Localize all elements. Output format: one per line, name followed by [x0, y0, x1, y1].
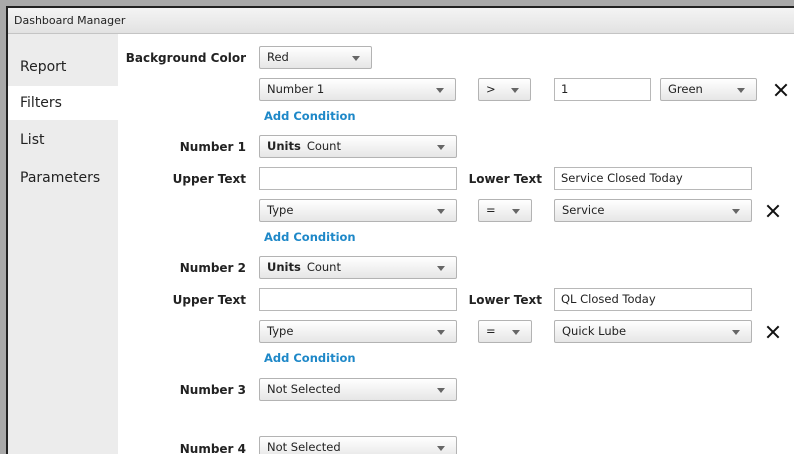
- background-color-value: Red: [267, 50, 289, 64]
- sidebar-item-filters[interactable]: Filters: [8, 86, 118, 120]
- number-2-units-value: Count: [306, 260, 341, 274]
- chevron-down-icon: [436, 88, 444, 93]
- number-1-units-value: Count: [306, 139, 341, 153]
- bg-condition-color-select[interactable]: Green: [660, 78, 757, 101]
- bg-condition-color-value: Green: [668, 82, 703, 96]
- number-1-condition-value-select[interactable]: Service: [554, 199, 752, 222]
- chevron-down-icon: [512, 209, 520, 214]
- dashboard-manager-window: Dashboard Manager Report Filters List Pa…: [6, 6, 794, 454]
- sidebar: Report Filters List Parameters: [8, 34, 118, 454]
- close-icon[interactable]: [766, 204, 780, 218]
- sidebar-item-report[interactable]: Report: [8, 50, 118, 84]
- number-1-upper-text-label: Upper Text: [172, 172, 246, 186]
- number-2-condition-field-value: Type: [267, 324, 294, 338]
- number-1-condition-field-select[interactable]: Type: [259, 199, 457, 222]
- number-3-value: Not Selected: [267, 382, 341, 396]
- close-icon[interactable]: [766, 325, 780, 339]
- number-1-condition-field-value: Type: [267, 203, 294, 217]
- number-1-condition-value: Service: [562, 203, 605, 217]
- number-2-label: Number 2: [179, 261, 246, 275]
- bg-condition-operator-value: >: [486, 82, 496, 96]
- chevron-down-icon: [437, 388, 445, 393]
- close-icon[interactable]: [774, 83, 788, 97]
- number-2-condition-operator-value: =: [486, 324, 496, 338]
- number-2-upper-text-label: Upper Text: [172, 293, 246, 307]
- chevron-down-icon: [732, 330, 740, 335]
- number-2-lower-text-input[interactable]: QL Closed Today: [554, 288, 752, 311]
- chevron-down-icon: [437, 145, 445, 150]
- number-1-upper-text-input[interactable]: [259, 167, 457, 190]
- chevron-down-icon: [732, 209, 740, 214]
- chevron-down-icon: [437, 330, 445, 335]
- number-2-condition-value: Quick Lube: [562, 324, 627, 338]
- number-3-label: Number 3: [179, 383, 246, 397]
- number-2-condition-operator-select[interactable]: =: [478, 320, 532, 343]
- sidebar-item-list[interactable]: List: [8, 123, 118, 157]
- chevron-down-icon: [352, 56, 360, 61]
- chevron-down-icon: [437, 446, 445, 451]
- number-1-condition-operator-select[interactable]: =: [478, 199, 532, 222]
- background-color-label: Background Color: [125, 51, 246, 65]
- chevron-down-icon: [511, 88, 519, 93]
- number-2-add-condition-link[interactable]: Add Condition: [264, 351, 356, 365]
- bg-add-condition-link[interactable]: Add Condition: [264, 109, 356, 123]
- bg-condition-value-input[interactable]: 1: [554, 78, 651, 101]
- number-2-condition-field-select[interactable]: Type: [259, 320, 457, 343]
- number-2-condition-value-select[interactable]: Quick Lube: [554, 320, 752, 343]
- chevron-down-icon: [437, 209, 445, 214]
- sidebar-item-parameters[interactable]: Parameters: [8, 161, 118, 195]
- number-2-units-select[interactable]: Units Count: [259, 256, 457, 279]
- number-2-upper-text-input[interactable]: [259, 288, 457, 311]
- number-4-label: Number 4: [179, 442, 246, 454]
- number-1-label: Number 1: [179, 140, 246, 154]
- bg-condition-operator-select[interactable]: >: [478, 78, 531, 101]
- bg-condition-field-select[interactable]: Number 1: [259, 78, 456, 101]
- number-3-select[interactable]: Not Selected: [259, 378, 457, 401]
- number-1-lower-text-input[interactable]: Service Closed Today: [554, 167, 752, 190]
- window-title: Dashboard Manager: [8, 8, 794, 34]
- number-1-add-condition-link[interactable]: Add Condition: [264, 230, 356, 244]
- number-2-lower-text-label: Lower Text: [468, 293, 542, 307]
- chevron-down-icon: [737, 88, 745, 93]
- number-1-units-select[interactable]: Units Count: [259, 135, 457, 158]
- background-color-select[interactable]: Red: [259, 46, 372, 69]
- units-prefix: Units: [267, 260, 301, 274]
- number-1-lower-text-label: Lower Text: [468, 172, 542, 186]
- chevron-down-icon: [512, 330, 520, 335]
- number-4-select[interactable]: Not Selected: [259, 436, 457, 454]
- bg-condition-field-value: Number 1: [267, 82, 325, 96]
- units-prefix: Units: [267, 139, 301, 153]
- number-4-value: Not Selected: [267, 440, 341, 454]
- chevron-down-icon: [437, 266, 445, 271]
- number-1-condition-operator-value: =: [486, 203, 496, 217]
